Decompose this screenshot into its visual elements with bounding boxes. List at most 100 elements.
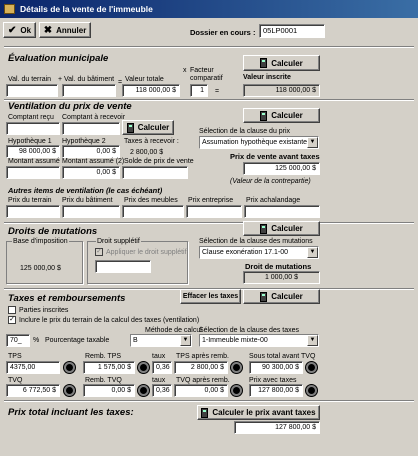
autres-title: Autres items de ventilation (le cas éché… [8, 186, 163, 195]
sous-total-dial-icon[interactable] [306, 362, 317, 373]
checkbox-icon: ✓ [95, 248, 103, 257]
autres-meubles-field[interactable] [122, 205, 184, 218]
droits-base-value: 125 000,00 $ [20, 265, 61, 272]
vent-assume2-field[interactable]: 0,00 $ [62, 166, 120, 179]
chevron-down-icon[interactable]: ▼ [307, 137, 318, 148]
checkbox-icon: ✓ [8, 316, 16, 325]
vent-pv-field[interactable]: 125 000,00 $ [243, 162, 320, 175]
dossier-label: Dossier en cours : [190, 28, 256, 37]
droits-clause-dropdown[interactable]: Clause exonération 17.1-00 ▼ [199, 246, 319, 259]
vent-comptant-label: Comptant reçu [8, 114, 54, 121]
parties-checkbox[interactable]: Parties inscrites [8, 306, 68, 315]
droits-supp-check[interactable]: ✓ Appliquer le droit supplétif [95, 248, 187, 257]
vent-calc-button[interactable]: Calculer [243, 108, 320, 123]
close-icon: ✖ [43, 24, 53, 36]
vent-assume2-label: Montant assumé (2) [62, 158, 125, 165]
remb-tvq-dial-icon[interactable] [138, 385, 149, 396]
separator [4, 400, 414, 402]
droits-calc-button[interactable]: Calculer [243, 221, 320, 236]
eval-batiment-field[interactable] [62, 84, 116, 97]
chevron-down-icon[interactable]: ▼ [307, 247, 318, 258]
pct-sign: % [33, 337, 40, 344]
eval-facteur-field[interactable]: 1 [190, 84, 208, 97]
calculator-icon [260, 291, 268, 302]
autres-achalandage-label: Prix achalandage [246, 197, 301, 204]
tvq-field[interactable]: 6 772,50 $ [6, 384, 60, 397]
autres-batiment-field[interactable] [62, 205, 120, 218]
tps-field[interactable]: 4375,00 [6, 361, 60, 374]
vent-comptant-rec-label: Comptant à recevoir [62, 114, 126, 121]
vent-comptant-field[interactable] [6, 122, 60, 135]
tvq-dial-icon[interactable] [64, 385, 75, 396]
sous-total-field[interactable]: 90 300,00 $ [249, 361, 303, 374]
eval-terrain-label: Val. du terrain [8, 76, 52, 83]
vent-comptant-rec-field[interactable] [62, 122, 120, 135]
eval-calc-button[interactable]: Calculer [243, 55, 320, 71]
pct-field[interactable]: 70_ [6, 334, 30, 347]
separator [4, 222, 414, 224]
effacer-taxes-button[interactable]: Effacer les taxes [180, 289, 241, 304]
vent-calc2-button[interactable]: Calculer [122, 120, 174, 135]
tvq-apres-dial-icon[interactable] [231, 385, 242, 396]
vent-title: Ventilation du prix de vente [8, 101, 132, 112]
dossier-field[interactable]: 05LP0001 [259, 24, 325, 38]
tps-apres-label: TPS après remb. [176, 353, 229, 360]
base-frame [6, 241, 83, 284]
autres-entreprise-label: Prix entreprise [188, 197, 234, 204]
prix-taxes-dial-icon[interactable] [306, 385, 317, 396]
tps-label: TPS [8, 353, 22, 360]
vent-assume-field[interactable] [6, 166, 60, 179]
taux1-field[interactable]: 0,36 [152, 361, 172, 374]
autres-meubles-label: Prix des meubles [124, 197, 178, 204]
tps-apres-field[interactable]: 2 800,00 $ [174, 361, 228, 374]
taux2-field[interactable]: 0,36 [152, 384, 172, 397]
inclure-checkbox[interactable]: ✓ Inclure le prix du terrain de la calcul… [8, 316, 199, 325]
taxes-calc-button[interactable]: Calculer [243, 289, 320, 304]
pct-label: Pourcentage taxable [45, 337, 110, 344]
tps-dial-icon[interactable] [64, 362, 75, 373]
autres-terrain-field[interactable] [6, 205, 60, 218]
vent-solde-field[interactable] [122, 166, 188, 179]
prix-taxes-field[interactable]: 127 800,00 $ [249, 384, 303, 397]
remb-tps-field[interactable]: 1 575,00 $ [83, 361, 135, 374]
eval-plus: + [58, 76, 63, 83]
vent-solde-label: Solde de prix de vente [124, 158, 194, 165]
autres-achalandage-field[interactable] [244, 205, 320, 218]
calculator-icon [126, 122, 134, 133]
taux1-label: taux [152, 353, 166, 360]
calculator-icon [260, 223, 268, 234]
cancel-button[interactable]: ✖ Annuler [39, 22, 91, 38]
eval-total-field[interactable]: 118 000,00 $ [122, 84, 180, 97]
ok-button[interactable]: ✔ Ok [3, 22, 36, 38]
methode-dropdown[interactable]: B ▼ [130, 334, 192, 347]
autres-terrain-label: Prix du terrain [8, 197, 52, 204]
calculator-icon [260, 110, 268, 121]
tps-apres-dial-icon[interactable] [231, 362, 242, 373]
droits-droit-label: Droit de mutations [245, 262, 312, 271]
calculator-icon [260, 58, 268, 68]
chevron-down-icon[interactable]: ▼ [180, 335, 191, 346]
eval-title: Évaluation municipale [8, 53, 109, 64]
taxes-title: Taxes et remboursements [8, 293, 126, 304]
calc-avant-taxes-button[interactable]: Calculer le prix avant taxes [197, 405, 320, 420]
sous-total-label: Sous total avant TVQ [249, 353, 316, 360]
chevron-down-icon[interactable]: ▼ [307, 335, 318, 346]
house-icon [4, 4, 15, 14]
autres-entreprise-field[interactable] [186, 205, 242, 218]
remb-tps-dial-icon[interactable] [138, 362, 149, 373]
droits-clause-label: Sélection de la clause des mutations [199, 238, 313, 245]
eval-facteur-label: Facteur comparatif [190, 67, 223, 82]
vent-taxes-label: Taxes à recevoir : [124, 138, 179, 145]
vent-contrepartie-label: (Valeur de la contrepartie) [230, 178, 311, 185]
droits-supp-field[interactable] [95, 260, 151, 273]
tvq-apres-field[interactable]: 0,00 $ [174, 384, 228, 397]
total-field[interactable]: 127 800,00 $ [234, 421, 320, 434]
vent-clause-dropdown[interactable]: Assumation hypothèque existante - X ▼ [199, 136, 319, 149]
vent-taxes-value: 2 800,00 $ [130, 149, 164, 156]
remb-tvq-field[interactable]: 0,00 $ [83, 384, 135, 397]
taxes-clause-dropdown[interactable]: 1-Immeuble mixte-00 ▼ [199, 334, 319, 347]
droits-title: Droits de mutations [8, 226, 98, 237]
eval-terrain-field[interactable] [6, 84, 58, 97]
droits-droit-field: 1 000,00 $ [243, 271, 320, 284]
vent-assume-label: Montant assumé [8, 158, 60, 165]
